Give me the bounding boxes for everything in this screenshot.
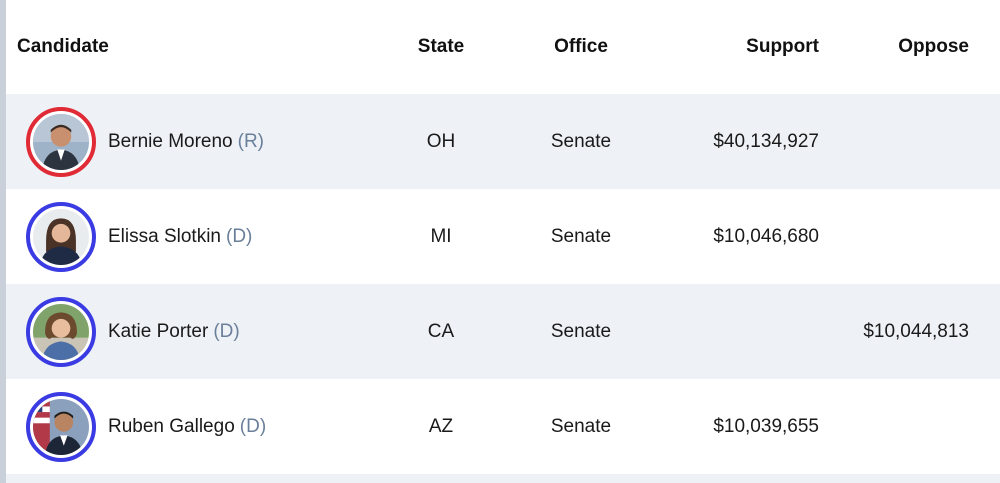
header-oppose[interactable]: Oppose [819, 36, 969, 58]
table-row[interactable]: Katie Porter (D) CA Senate $10,044,813 [6, 284, 1000, 379]
table-row[interactable]: Bernie Moreno (R) OH Senate $40,134,927 [6, 94, 1000, 189]
state-cell: CA [427, 320, 455, 342]
candidate-name[interactable]: Katie Porter (D) [108, 321, 240, 343]
candidate-avatar[interactable] [26, 296, 96, 367]
header-office[interactable]: Office [531, 36, 631, 58]
office-cell: Senate [550, 320, 612, 342]
table-row[interactable]: Ruben Gallego (D) AZ Senate $10,039,655 [6, 379, 1000, 474]
candidate-avatar[interactable] [26, 106, 96, 177]
next-row-edge [6, 474, 1000, 483]
party-label: (D) [226, 225, 253, 247]
candidate-name-text: Katie Porter [108, 320, 209, 342]
candidate-avatar[interactable] [26, 391, 96, 462]
state-cell: OH [426, 130, 456, 152]
support-cell: $10,046,680 [713, 225, 819, 247]
candidate-name-text: Ruben Gallego [108, 415, 235, 437]
support-cell: $10,039,655 [713, 415, 819, 437]
candidate-name-text: Elissa Slotkin [108, 225, 221, 247]
table-row[interactable]: Elissa Slotkin (D) MI Senate $10,046,680 [6, 189, 1000, 284]
candidate-table: Candidate State Office Support Oppose Be… [6, 0, 1000, 474]
party-label: (D) [213, 320, 240, 342]
candidate-spending-page: Candidate State Office Support Oppose Be… [0, 0, 1000, 483]
person-photo-icon [33, 398, 89, 455]
party-label: (R) [237, 130, 265, 152]
person-photo-icon [33, 113, 89, 170]
party-label: (D) [239, 415, 267, 437]
candidate-cell: Elissa Slotkin (D) [6, 201, 351, 272]
header-state[interactable]: State [351, 36, 531, 58]
office-cell: Senate [550, 415, 612, 437]
candidate-name[interactable]: Bernie Moreno (R) [108, 131, 264, 153]
table-header: Candidate State Office Support Oppose [6, 0, 1000, 94]
candidate-cell: Katie Porter (D) [6, 296, 351, 367]
office-cell: Senate [550, 130, 612, 152]
header-candidate[interactable]: Candidate [6, 36, 351, 58]
person-photo-icon [33, 208, 89, 265]
candidate-name[interactable]: Ruben Gallego (D) [108, 416, 266, 438]
oppose-cell: $10,044,813 [863, 320, 969, 342]
candidate-avatar[interactable] [26, 201, 96, 272]
state-cell: AZ [428, 415, 454, 437]
candidate-cell: Ruben Gallego (D) [6, 391, 351, 462]
candidate-name-text: Bernie Moreno [108, 130, 233, 152]
candidate-cell: Bernie Moreno (R) [6, 106, 351, 177]
person-photo-icon [33, 303, 89, 360]
support-cell: $40,134,927 [713, 130, 819, 152]
header-support[interactable]: Support [631, 36, 819, 58]
office-cell: Senate [550, 225, 612, 247]
candidate-name[interactable]: Elissa Slotkin (D) [108, 226, 252, 248]
state-cell: MI [430, 225, 452, 247]
